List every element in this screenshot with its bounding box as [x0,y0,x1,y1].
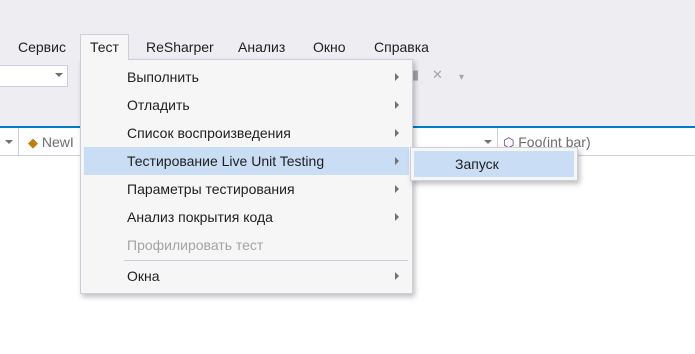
nav-divider [18,128,19,155]
menu-item-label: Тестирование Live Unit Testing [127,153,325,169]
test-menu-dropdown: Выполнить Отладить Список воспроизведени… [80,59,413,294]
menu-item-run[interactable]: Выполнить [84,63,409,91]
menu-item-label: Профилировать тест [127,237,264,253]
submenu-arrow-icon [395,272,399,280]
menu-resharper[interactable]: ReSharper [137,34,223,60]
menu-analysis[interactable]: Анализ [229,34,294,60]
menu-item-label: Окна [127,268,160,284]
chevron-down-icon [55,73,63,77]
menu-test[interactable]: Тест [80,34,129,60]
menu-item-windows[interactable]: Окна [84,262,409,290]
menu-item-label: Список воспроизведения [127,125,291,141]
live-unit-testing-submenu: Запуск [410,147,578,181]
menu-help[interactable]: Справка [365,34,438,60]
menu-item-label: Анализ покрытия кода [127,209,273,225]
menu-window[interactable]: Окно [304,34,355,60]
menu-item-playlist[interactable]: Список воспроизведения [84,119,409,147]
class-icon: ◆ [28,135,38,150]
submenu-arrow-icon [395,185,399,193]
type-selector[interactable]: ◆ NewI [28,131,74,153]
menu-item-live-unit-testing[interactable]: Тестирование Live Unit Testing [84,147,409,175]
menu-bar: Сервис Тест ReSharper Анализ Окно Справк… [0,34,695,60]
menu-item-label: Параметры тестирования [127,181,295,197]
submenu-arrow-icon [395,157,399,165]
toolbar-overflow-icon[interactable]: ▾ [459,72,464,83]
title-bar [0,0,695,34]
submenu-arrow-icon [395,101,399,109]
menu-separator [124,260,408,261]
type-selector-label: NewI [41,134,74,150]
clear-bookmarks-icon[interactable]: ✕ [432,67,443,83]
submenu-arrow-icon [395,73,399,81]
chevron-down-icon[interactable] [5,140,13,144]
menu-service[interactable]: Сервис [9,34,75,60]
menu-item-label: Выполнить [127,69,199,85]
menu-item-label: Отладить [127,97,190,113]
menu-item-debug[interactable]: Отладить [84,91,409,119]
bookmark-icon[interactable]: ▮ [412,67,419,83]
menu-item-test-settings[interactable]: Параметры тестирования [84,175,409,203]
menu-item-start[interactable]: Запуск [414,151,574,177]
submenu-arrow-icon [395,129,399,137]
submenu-arrow-icon [395,213,399,221]
menu-item-code-coverage[interactable]: Анализ покрытия кода [84,203,409,231]
configuration-combo[interactable] [0,65,68,87]
menu-item-profile-test: Профилировать тест [84,231,409,259]
chevron-down-icon[interactable] [484,140,492,144]
